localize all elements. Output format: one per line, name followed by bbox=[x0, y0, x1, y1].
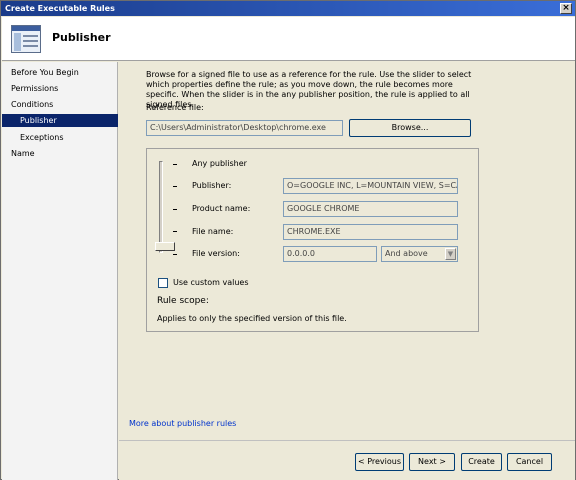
slider-tick bbox=[173, 209, 177, 210]
wizard-header: Publisher bbox=[2, 17, 575, 61]
version-comparison-select: And above ▼ bbox=[381, 246, 458, 262]
wizard-content: Browse for a signed file to use as a ref… bbox=[119, 62, 575, 480]
publisher-label: Publisher: bbox=[192, 181, 232, 190]
next-button[interactable]: Next > bbox=[409, 453, 455, 471]
browse-button[interactable]: Browse... bbox=[349, 119, 471, 137]
version-comparison-value: And above bbox=[385, 249, 428, 258]
product-name-field: GOOGLE CHROME bbox=[283, 201, 458, 217]
slider-tick bbox=[173, 186, 177, 187]
rule-scope-description: Applies to only the specified version of… bbox=[157, 314, 347, 323]
sidebar-item-conditions[interactable]: Conditions bbox=[2, 98, 118, 111]
more-about-publisher-rules-link[interactable]: More about publisher rules bbox=[129, 419, 236, 428]
cancel-button[interactable]: Cancel bbox=[507, 453, 552, 471]
file-version-label: File version: bbox=[192, 249, 240, 258]
slider-tick bbox=[173, 164, 177, 165]
file-name-label: File name: bbox=[192, 227, 234, 236]
specificity-slider-thumb[interactable] bbox=[155, 242, 175, 251]
slider-tick bbox=[173, 231, 177, 232]
footer-divider bbox=[119, 440, 575, 441]
file-version-field: 0.0.0.0 bbox=[283, 246, 377, 262]
page-title: Publisher bbox=[52, 31, 111, 44]
rules-wizard-icon bbox=[11, 25, 41, 53]
use-custom-values-checkbox[interactable] bbox=[158, 278, 168, 288]
wizard-sidebar: Before You Begin Permissions Conditions … bbox=[2, 62, 118, 480]
sidebar-item-permissions[interactable]: Permissions bbox=[2, 82, 118, 95]
sidebar-item-exceptions[interactable]: Exceptions bbox=[2, 131, 118, 144]
rule-scope-heading: Rule scope: bbox=[157, 296, 209, 306]
reference-file-field: C:\Users\Administrator\Desktop\chrome.ex… bbox=[146, 120, 343, 136]
any-publisher-label: Any publisher bbox=[192, 159, 247, 168]
sidebar-item-name[interactable]: Name bbox=[2, 147, 118, 160]
previous-button[interactable]: < Previous bbox=[355, 453, 404, 471]
create-executable-rules-window: Create Executable Rules × Publisher Befo… bbox=[0, 0, 576, 480]
specificity-slider-track[interactable] bbox=[159, 161, 163, 253]
publisher-properties-group: Any publisher Publisher: O=GOOGLE INC, L… bbox=[146, 148, 479, 332]
reference-file-label: Reference file: bbox=[146, 103, 204, 112]
slider-tick bbox=[173, 254, 177, 255]
file-name-field: CHROME.EXE bbox=[283, 224, 458, 240]
create-button[interactable]: Create bbox=[461, 453, 502, 471]
product-name-label: Product name: bbox=[192, 204, 251, 213]
chevron-down-icon: ▼ bbox=[445, 248, 456, 260]
publisher-field: O=GOOGLE INC, L=MOUNTAIN VIEW, S=CALIF bbox=[283, 178, 458, 194]
sidebar-item-publisher[interactable]: Publisher bbox=[2, 114, 118, 127]
title-bar: Create Executable Rules × bbox=[1, 1, 575, 16]
sidebar-item-before-you-begin[interactable]: Before You Begin bbox=[2, 66, 118, 79]
use-custom-values-label[interactable]: Use custom values bbox=[173, 278, 249, 287]
close-icon[interactable]: × bbox=[560, 3, 572, 14]
window-title: Create Executable Rules bbox=[5, 4, 115, 13]
